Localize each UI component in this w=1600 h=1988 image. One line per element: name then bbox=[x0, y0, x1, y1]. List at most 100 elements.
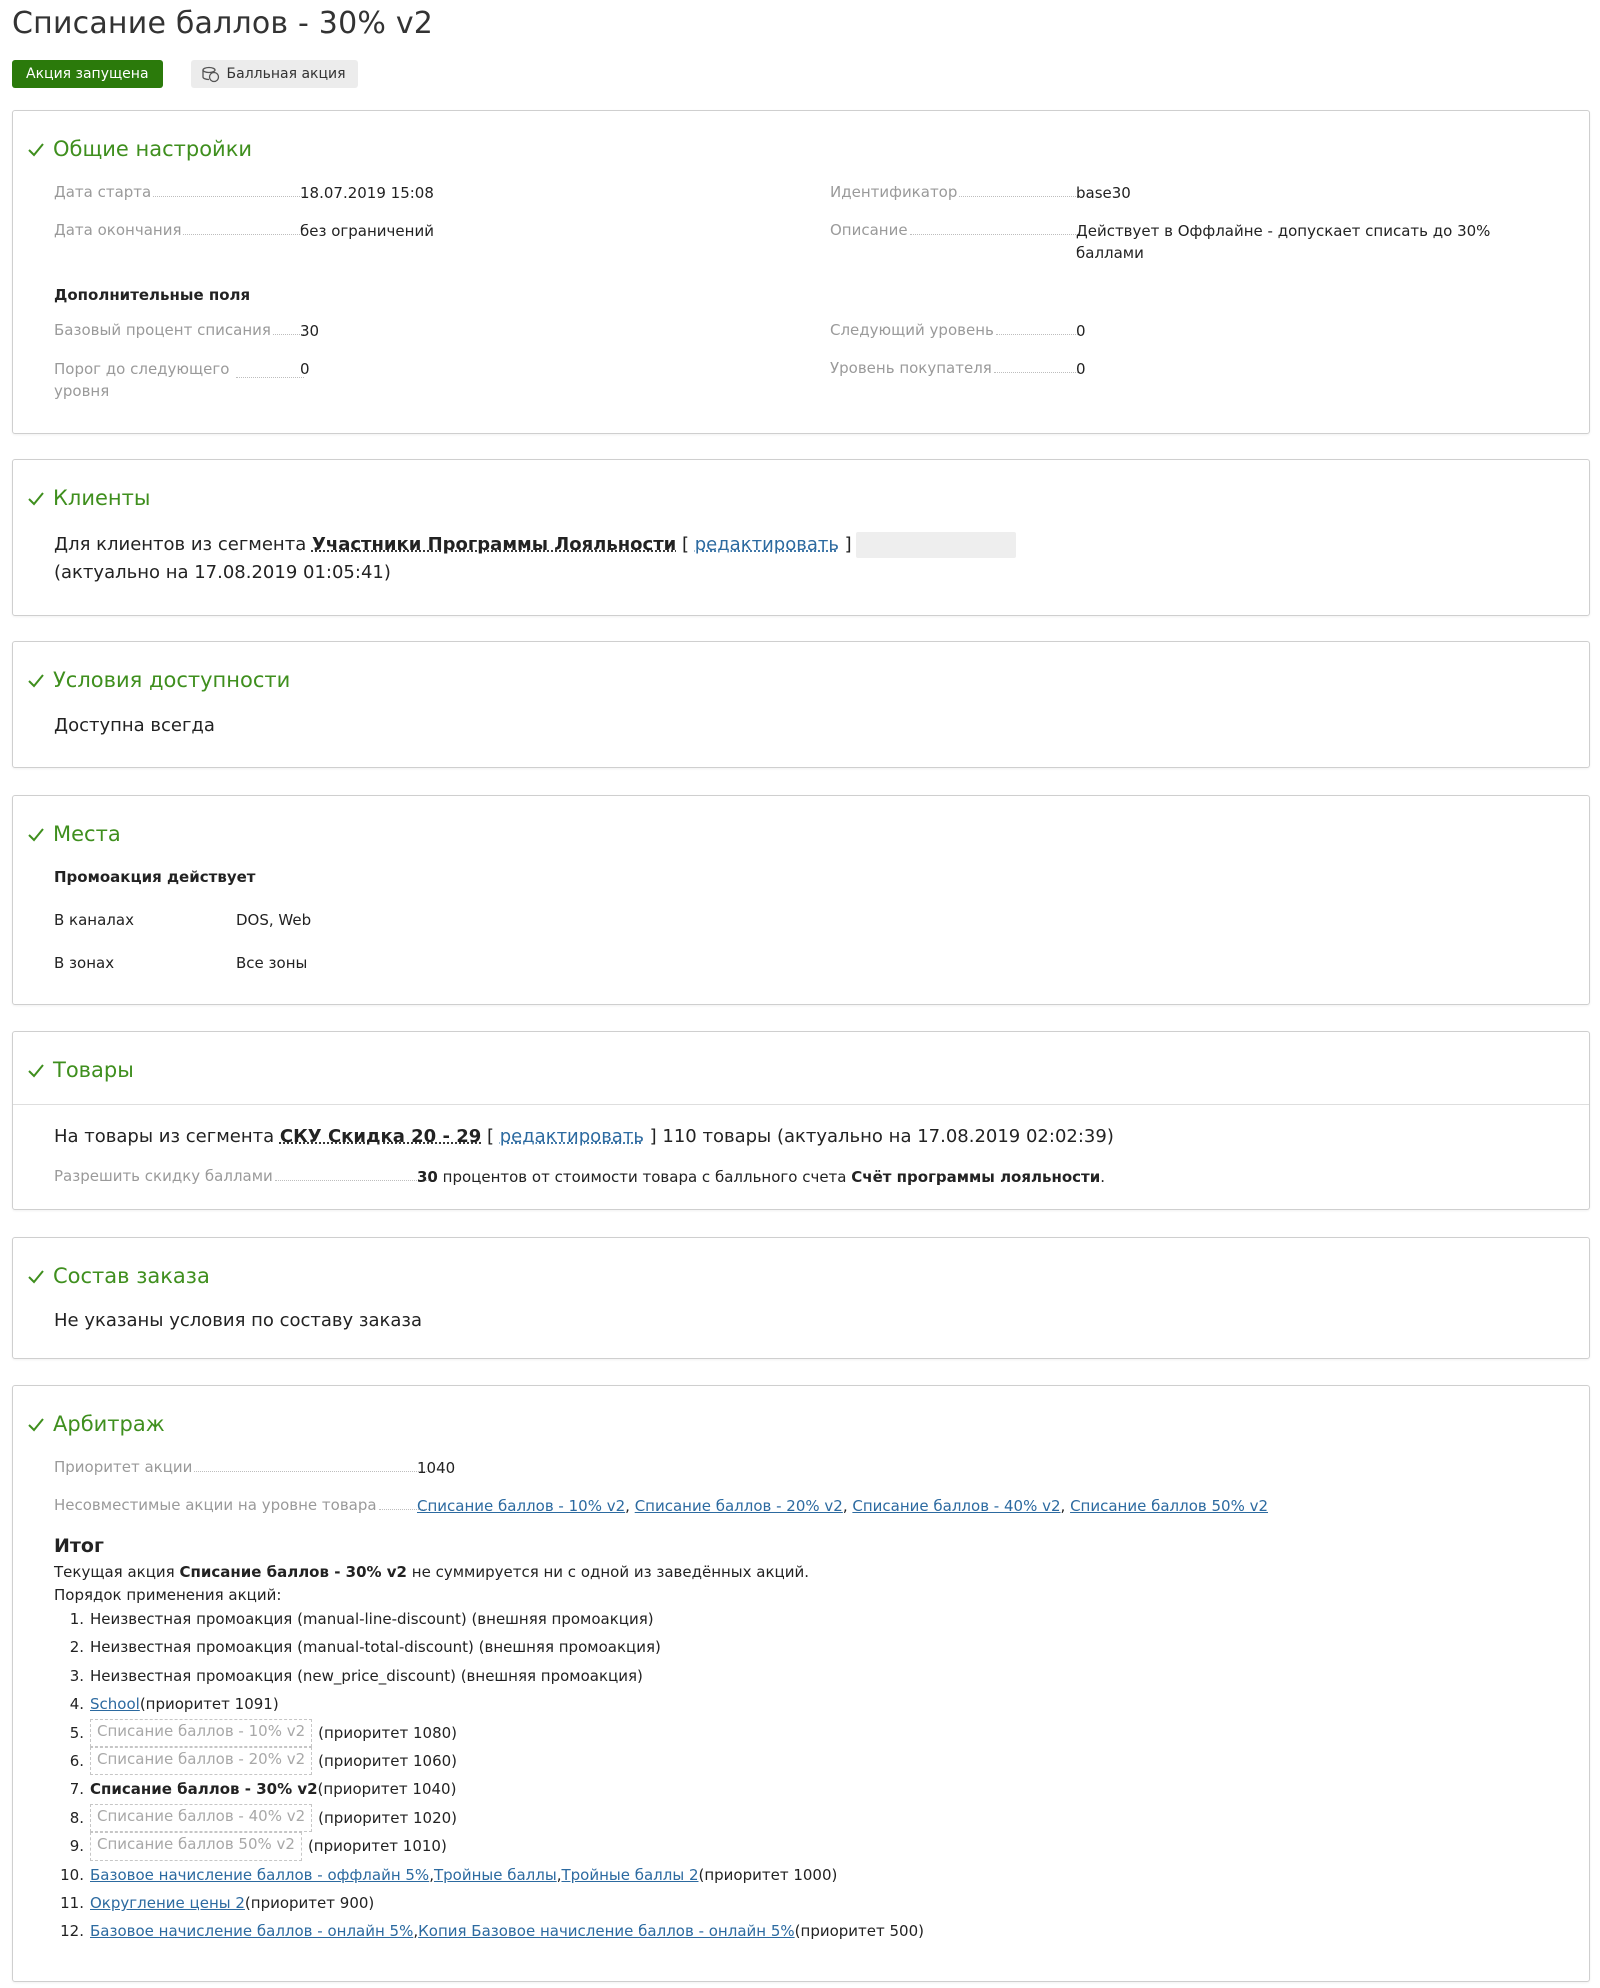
base-percent-value: 30 bbox=[300, 322, 320, 340]
promo-link[interactable]: Базовое начисление баллов - онлайн 5% bbox=[90, 1917, 413, 1945]
availability-card: Условия доступности Доступна всегда bbox=[12, 641, 1590, 768]
description-label: Описание bbox=[830, 221, 1080, 239]
base-percent-label: Базовый процент списания bbox=[54, 321, 304, 339]
list-item: 11. Округление цены 2 (приоритет 900) bbox=[56, 1889, 924, 1917]
allow-discount-value: 30 процентов от стоимости товара с балль… bbox=[417, 1168, 1106, 1186]
places-card: Места Промоакция действует В каналах DOS… bbox=[12, 795, 1590, 1005]
description-value: Действует в Оффлайне - допускает списать… bbox=[1076, 222, 1491, 262]
clients-header[interactable]: Клиенты bbox=[27, 486, 150, 510]
end-date-value: без ограничений bbox=[300, 222, 434, 240]
promo-link[interactable]: Тройные баллы bbox=[434, 1861, 557, 1889]
list-item: 12. Базовое начисление баллов - онлайн 5%… bbox=[56, 1917, 924, 1945]
check-icon bbox=[27, 489, 45, 507]
list-item: 10. Базовое начисление баллов - оффлайн 5… bbox=[56, 1861, 924, 1889]
incompatible-list: Списание баллов - 10% v2, Списание балло… bbox=[417, 1497, 1269, 1515]
clients-text: Для клиентов из сегмента Участники Прогр… bbox=[54, 531, 1074, 587]
promo-link[interactable]: School bbox=[90, 1690, 140, 1718]
type-badge: Балльная акция bbox=[190, 60, 358, 88]
status-badge: Акция запущена bbox=[12, 60, 163, 88]
arbitrage-header[interactable]: Арбитраж bbox=[27, 1412, 165, 1436]
zones-label: В зонах bbox=[54, 954, 115, 972]
incompatible-label: Несовместимые акции на уровне товара bbox=[54, 1496, 429, 1514]
promo-link[interactable]: Копия Базовое начисление баллов - онлайн… bbox=[418, 1917, 795, 1945]
start-date-label: Дата старта bbox=[54, 183, 304, 201]
coins-icon bbox=[201, 65, 221, 83]
identifier-label: Идентификатор bbox=[830, 183, 1080, 201]
incompatible-link[interactable]: Списание баллов 50% v2 bbox=[1070, 1497, 1268, 1515]
check-icon bbox=[27, 825, 45, 843]
threshold-value: 0 bbox=[300, 360, 310, 378]
order-text: Не указаны условия по составу заказа bbox=[54, 1310, 423, 1331]
places-subtitle: Промоакция действует bbox=[54, 868, 256, 886]
promo-link[interactable]: Базовое начисление баллов - оффлайн 5% bbox=[90, 1861, 429, 1889]
channels-value: DOS, Web bbox=[236, 911, 312, 929]
clients-edit-link[interactable]: редактировать bbox=[695, 534, 839, 555]
redacted-count bbox=[855, 532, 1016, 558]
priority-label: Приоритет акции bbox=[54, 1458, 429, 1476]
incompatible-link[interactable]: Списание баллов - 10% v2 bbox=[417, 1497, 625, 1515]
list-item: 6. Списание баллов - 20% v2 (приоритет 106… bbox=[56, 1747, 924, 1776]
list-item: 3. Неизвестная промоакция (new_price_disc… bbox=[69, 1666, 643, 1685]
current-promo: Списание баллов - 30% v2 bbox=[90, 1780, 318, 1799]
availability-header[interactable]: Условия доступности bbox=[27, 668, 290, 692]
buyer-level-label: Уровень покупателя bbox=[830, 359, 1080, 377]
list-item: 7. Списание баллов - 30% v2 (приоритет 10… bbox=[56, 1775, 924, 1803]
incompatible-promo[interactable]: Списание баллов 50% v2 bbox=[90, 1832, 302, 1861]
zones-value: Все зоны bbox=[236, 954, 308, 972]
end-date-label: Дата окончания bbox=[54, 221, 304, 239]
section-title: Общие настройки bbox=[53, 137, 253, 161]
incompatible-link[interactable]: Списание баллов - 20% v2 bbox=[635, 1497, 843, 1515]
incompatible-promo[interactable]: Списание баллов - 20% v2 bbox=[90, 1747, 313, 1776]
list-item: 4. School (приоритет 1091) bbox=[56, 1690, 924, 1718]
channels-label: В каналах bbox=[54, 911, 134, 929]
check-icon bbox=[27, 1415, 45, 1433]
extra-fields-title: Дополнительные поля bbox=[54, 286, 251, 304]
goods-header[interactable]: Товары bbox=[27, 1058, 134, 1082]
start-date-value: 18.07.2019 15:08 bbox=[300, 184, 434, 202]
incompatible-promo[interactable]: Списание баллов - 10% v2 bbox=[90, 1718, 313, 1748]
availability-text: Доступна всегда bbox=[54, 715, 215, 736]
list-item: 9. Списание баллов 50% v2 (приоритет 1010) bbox=[56, 1832, 924, 1861]
check-icon bbox=[27, 671, 45, 689]
section-title: Места bbox=[53, 822, 121, 846]
summary-text: Текущая акция Списание баллов - 30% v2 н… bbox=[54, 1563, 810, 1581]
section-title: Клиенты bbox=[53, 486, 151, 510]
general-settings-header[interactable]: Общие настройки bbox=[27, 137, 252, 161]
order-header[interactable]: Состав заказа bbox=[27, 1264, 210, 1288]
list-item: 5. Списание баллов - 10% v2 (приоритет 108… bbox=[56, 1718, 924, 1748]
promo-page: Списание баллов - 30% v2 Акция запущена … bbox=[0, 0, 1600, 1988]
list-item: 2. Неизвестная промоакция (manual-total-d… bbox=[69, 1638, 661, 1657]
section-title: Состав заказа bbox=[53, 1264, 210, 1288]
summary-title: Итог bbox=[54, 1535, 104, 1557]
goods-segment[interactable]: СКУ Скидка 20 - 29 bbox=[280, 1126, 481, 1147]
places-header[interactable]: Места bbox=[27, 822, 121, 846]
check-icon bbox=[27, 140, 45, 158]
application-order-list: 1. Неизвестная промоакция (manual-line-di… bbox=[56, 1605, 924, 1946]
priority-value: 1040 bbox=[417, 1459, 456, 1477]
goods-card: Товары На товары из сегмента СКУ Скидка … bbox=[12, 1031, 1590, 1210]
goods-text: На товары из сегмента СКУ Скидка 20 - 29… bbox=[54, 1126, 1114, 1147]
order-list-title: Порядок применения акций: bbox=[54, 1586, 282, 1604]
arbitrage-card: Арбитраж Приоритет акции 1040 Несовмести… bbox=[12, 1385, 1590, 1982]
check-icon bbox=[27, 1267, 45, 1285]
promo-link[interactable]: Округление цены 2 bbox=[90, 1889, 245, 1917]
threshold-label: Порог до следующего уровня bbox=[54, 358, 304, 402]
goods-divider bbox=[13, 1104, 1589, 1105]
list-item: 1. Неизвестная промоакция (manual-line-di… bbox=[69, 1610, 654, 1628]
next-level-value: 0 bbox=[1076, 322, 1086, 340]
check-icon bbox=[27, 1061, 45, 1079]
clients-card: Клиенты Для клиентов из сегмента Участни… bbox=[12, 459, 1590, 616]
identifier-value: base30 bbox=[1076, 184, 1131, 202]
section-title: Условия доступности bbox=[53, 668, 291, 692]
next-level-label: Следующий уровень bbox=[830, 321, 1080, 339]
goods-edit-link[interactable]: редактировать bbox=[500, 1126, 644, 1147]
buyer-level-value: 0 bbox=[1076, 360, 1086, 378]
order-card: Состав заказа Не указаны условия по сост… bbox=[12, 1237, 1590, 1359]
incompatible-promo[interactable]: Списание баллов - 40% v2 bbox=[90, 1803, 313, 1833]
type-badge-label: Балльная акция bbox=[226, 66, 346, 82]
page-title: Списание баллов - 30% v2 bbox=[12, 6, 434, 41]
clients-segment[interactable]: Участники Программы Лояльности bbox=[312, 534, 676, 555]
promo-link[interactable]: Тройные баллы 2 bbox=[561, 1861, 698, 1889]
general-settings-card: Общие настройки Дата старта 18.07.2019 1… bbox=[12, 110, 1590, 434]
incompatible-link[interactable]: Списание баллов - 40% v2 bbox=[852, 1497, 1060, 1515]
